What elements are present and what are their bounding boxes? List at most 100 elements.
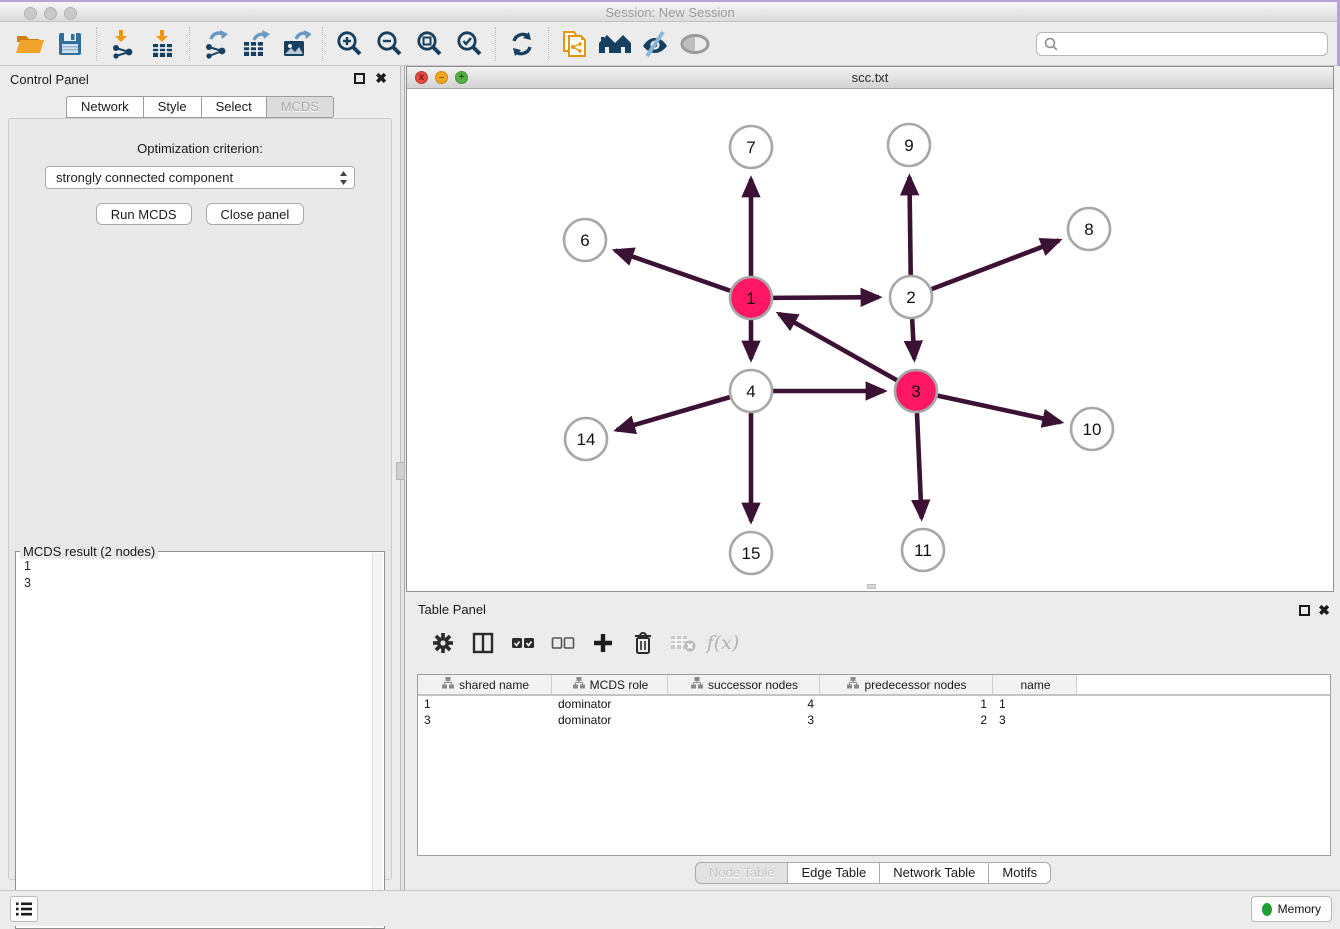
- table-cell[interactable]: 3: [668, 712, 820, 728]
- graph-node-label: 7: [746, 138, 755, 157]
- network-canvas[interactable]: 1234678910111415: [407, 89, 1333, 591]
- graph-edge-2-9[interactable]: [909, 177, 910, 275]
- table-row[interactable]: 3dominator323: [418, 712, 1330, 728]
- table-row[interactable]: 1dominator411: [418, 696, 1330, 712]
- zoom-fit-button[interactable]: [409, 26, 449, 62]
- function-builder-button[interactable]: f(x): [708, 630, 738, 656]
- save-session-button[interactable]: [50, 26, 90, 62]
- table-cell[interactable]: 2: [820, 712, 993, 728]
- import-table-button[interactable]: [143, 26, 183, 62]
- close-panel-button[interactable]: Close panel: [206, 203, 305, 225]
- graph-edge-2-3[interactable]: [912, 319, 914, 359]
- close-panel-icon[interactable]: ✖: [375, 71, 387, 85]
- delete-column-button[interactable]: [628, 630, 658, 656]
- graph-edge-3-11[interactable]: [917, 413, 922, 518]
- criterion-value: strongly connected component: [56, 170, 233, 185]
- list-icon: [15, 901, 33, 917]
- zoom-out-icon: [374, 29, 404, 59]
- criterion-dropdown[interactable]: strongly connected component: [45, 166, 355, 189]
- select-all-columns-button[interactable]: [508, 630, 538, 656]
- table-tab-edge-table[interactable]: Edge Table: [787, 862, 879, 884]
- column-header-predecessor-nodes[interactable]: predecessor nodes: [820, 675, 993, 694]
- first-neighbors-button[interactable]: [595, 26, 635, 62]
- graph-node-label: 2: [906, 288, 915, 307]
- graph-node-label: 1: [746, 289, 755, 308]
- zoom-selected-button[interactable]: [449, 26, 489, 62]
- columns-icon: [472, 632, 494, 654]
- control-tab-mcds[interactable]: MCDS: [266, 96, 334, 118]
- graph-edge-3-10[interactable]: [938, 396, 1061, 423]
- table-cell[interactable]: 4: [668, 696, 820, 712]
- canvas-grip[interactable]: [867, 584, 876, 589]
- zoom-in-button[interactable]: [329, 26, 369, 62]
- status-bar: Memory: [0, 890, 1340, 926]
- table-cell[interactable]: 3: [993, 712, 1077, 728]
- table-cell[interactable]: 1: [820, 696, 993, 712]
- search-input[interactable]: [1059, 35, 1327, 53]
- table-tab-motifs[interactable]: Motifs: [988, 862, 1051, 884]
- graph-node-label: 3: [911, 382, 920, 401]
- control-tab-select[interactable]: Select: [201, 96, 266, 118]
- show-columns-button[interactable]: [468, 630, 498, 656]
- hide-selected-button[interactable]: [635, 26, 675, 62]
- graph-node-label: 4: [746, 382, 755, 401]
- open-network-from-file-button[interactable]: [555, 26, 595, 62]
- float-panel-icon[interactable]: [354, 73, 365, 84]
- table-tabs: Node TableEdge TableNetwork TableMotifs: [406, 862, 1340, 884]
- open-session-button[interactable]: [10, 26, 50, 62]
- float-table-panel-icon[interactable]: [1299, 605, 1310, 616]
- column-edit-icon: [573, 677, 585, 692]
- mcds-result-text[interactable]: 1 3: [16, 556, 372, 924]
- table-cell[interactable]: 1: [418, 696, 552, 712]
- control-tab-style[interactable]: Style: [143, 96, 201, 118]
- column-header-shared-name[interactable]: shared name: [418, 675, 552, 694]
- delete-table-button[interactable]: [668, 630, 698, 656]
- graph-edge-2-8[interactable]: [932, 240, 1060, 289]
- zoom-out-button[interactable]: [369, 26, 409, 62]
- delete-table-icon: [670, 633, 696, 653]
- table-cell[interactable]: 1: [993, 696, 1077, 712]
- toolbar-separator: [495, 27, 496, 61]
- export-table-button[interactable]: [236, 26, 276, 62]
- column-header-successor-nodes[interactable]: successor nodes: [668, 675, 820, 694]
- graph-node-label: 15: [742, 544, 761, 563]
- run-mcds-button[interactable]: Run MCDS: [96, 203, 192, 225]
- splitter-grip[interactable]: [396, 462, 405, 480]
- result-scrollbar[interactable]: [372, 553, 383, 927]
- memory-button[interactable]: Memory: [1251, 896, 1332, 922]
- control-tab-network[interactable]: Network: [66, 96, 143, 118]
- graph-edge-1-2[interactable]: [773, 297, 879, 298]
- column-header-MCDS-role[interactable]: MCDS role: [552, 675, 668, 694]
- table-cell[interactable]: dominator: [552, 696, 668, 712]
- table-cell[interactable]: 3: [418, 712, 552, 728]
- table-cell[interactable]: dominator: [552, 712, 668, 728]
- graph-node-label: 6: [580, 231, 589, 250]
- close-table-panel-icon[interactable]: ✖: [1318, 603, 1330, 617]
- graph-edge-3-1[interactable]: [779, 314, 897, 380]
- import-network-button[interactable]: [103, 26, 143, 62]
- network-window-titlebar: x – + scc.txt: [407, 67, 1333, 89]
- table-tab-node-table[interactable]: Node Table: [695, 862, 788, 884]
- create-column-button[interactable]: [588, 630, 618, 656]
- task-history-button[interactable]: [10, 896, 38, 922]
- column-header-name[interactable]: name: [993, 675, 1077, 694]
- table-settings-button[interactable]: [428, 630, 458, 656]
- deselect-all-columns-button[interactable]: [548, 630, 578, 656]
- export-image-button[interactable]: [276, 26, 316, 62]
- dropdown-arrows-icon: [339, 170, 348, 192]
- graph-edge-1-6[interactable]: [615, 251, 730, 291]
- export-network-button[interactable]: [196, 26, 236, 62]
- main-toolbar: [0, 22, 1340, 66]
- column-header-label: predecessor nodes: [864, 678, 966, 692]
- show-all-button[interactable]: [675, 26, 715, 62]
- gear-icon: [432, 632, 454, 654]
- graph-edge-4-14[interactable]: [617, 397, 730, 430]
- unchecked-boxes-icon: [551, 636, 575, 650]
- graph-node-label: 10: [1083, 420, 1102, 439]
- import-network-icon: [109, 29, 137, 59]
- function-icon: f(x): [707, 632, 740, 654]
- table-tab-network-table[interactable]: Network Table: [879, 862, 988, 884]
- zoom-in-icon: [334, 29, 364, 59]
- save-icon: [57, 31, 83, 57]
- refresh-view-button[interactable]: [502, 26, 542, 62]
